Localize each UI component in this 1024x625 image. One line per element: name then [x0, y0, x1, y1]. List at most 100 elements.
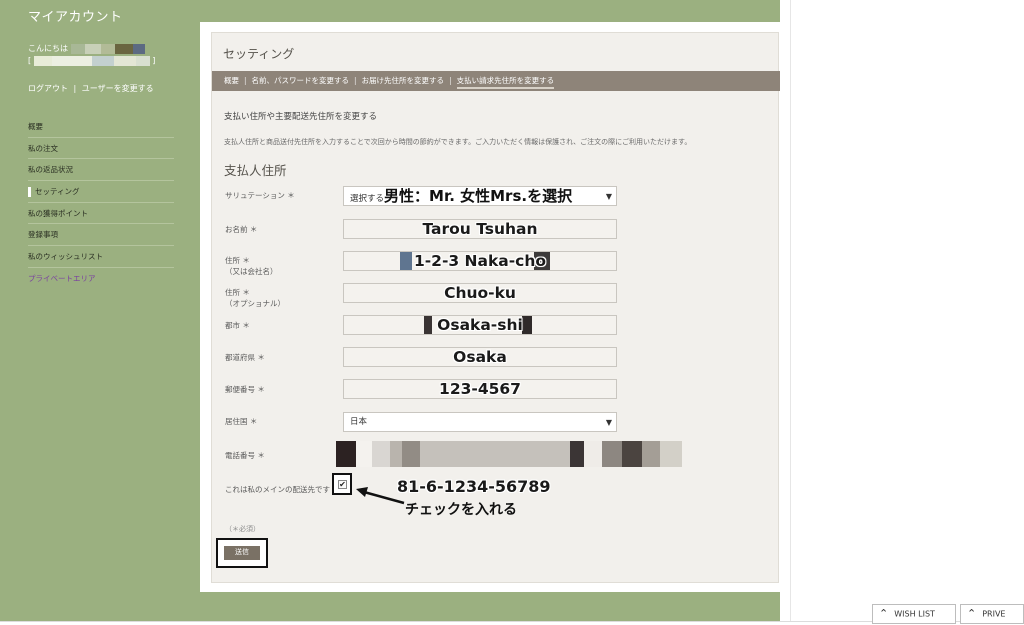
- sidebar-item-returns[interactable]: 私の返品状況: [28, 159, 174, 182]
- sidebar-title: マイアカウント: [28, 10, 123, 25]
- country-select[interactable]: 日本 ▼: [343, 412, 617, 432]
- chevron-up-icon: ⌃: [879, 607, 889, 620]
- tab-delivery-address[interactable]: お届け先住所を変更する: [362, 76, 445, 85]
- settings-panel: セッティング 概要 | 名前、パスワードを変更する | お届け先住所を変更する | 支払い請…: [211, 32, 780, 583]
- tab-separator: |: [449, 76, 452, 85]
- check-annotation: チェックを入れる: [405, 502, 517, 518]
- mosaic-block: [622, 441, 642, 467]
- city-label: 都市 ＊: [225, 321, 250, 330]
- mosaic-block: [390, 441, 402, 467]
- address1-field[interactable]: 1-2-3 Naka-cho: [343, 251, 617, 271]
- settings-tabs: 概要 | 名前、パスワードを変更する | お届け先住所を変更する | 支払い請求先住所を変更…: [212, 71, 780, 91]
- arrow-icon: [356, 487, 405, 505]
- mosaic-block: [402, 441, 420, 467]
- postal-value: 123-4567: [439, 380, 521, 398]
- city-field[interactable]: Osaka-shi: [343, 315, 617, 335]
- logout-link[interactable]: ログアウト: [28, 84, 68, 93]
- salutation-select-text: 選択する男性：Mr. 女性Mrs.を選択: [350, 187, 572, 209]
- username-row: [ ]: [28, 55, 178, 67]
- mosaic-block: [132, 43, 145, 54]
- sidebar-item-label: セッティング: [35, 187, 80, 197]
- sidebar-item-private-area[interactable]: プライベートエリア: [28, 268, 174, 290]
- name-field[interactable]: Tarou Tsuhan: [343, 219, 617, 239]
- address1-sublabel: （又は会社名）: [225, 267, 278, 276]
- country-label: 居住国 ＊: [225, 417, 258, 426]
- mosaic-block: [372, 441, 390, 467]
- prefecture-field[interactable]: Osaka: [343, 347, 617, 367]
- mosaic-block: [33, 55, 52, 66]
- switch-user-link[interactable]: ユーザーを変更する: [82, 84, 154, 93]
- bottom-border: [0, 621, 1024, 625]
- highlight-box: 送信: [216, 538, 268, 568]
- sidebar-item-registration[interactable]: 登録事項: [28, 224, 174, 247]
- sidebar-item-settings[interactable]: セッティング: [28, 181, 174, 203]
- required-note: （＊必須）: [225, 525, 260, 533]
- phone-field[interactable]: [336, 441, 682, 467]
- greeting-text: こんにちは: [28, 44, 68, 53]
- name-label: お名前 ＊: [225, 225, 258, 234]
- submit-button[interactable]: 送信: [224, 546, 260, 560]
- address2-value: Chuo-ku: [444, 284, 516, 302]
- wishlist-label: WISH LIST: [894, 609, 935, 619]
- mosaic-block: [642, 441, 660, 467]
- bracket-open: [: [28, 56, 32, 65]
- link-separator: |: [73, 84, 77, 93]
- private-button[interactable]: ⌃ PRIVE: [960, 604, 1024, 624]
- tab-billing-address[interactable]: 支払い請求先住所を変更する: [456, 76, 555, 89]
- mosaic-block: [100, 43, 115, 54]
- sidebar-item-orders[interactable]: 私の注文: [28, 138, 174, 160]
- mosaic-block: [91, 55, 114, 66]
- account-links: ログアウト | ユーザーを変更する: [28, 83, 178, 94]
- salutation-annotation: 男性：Mr. 女性Mrs.を選択: [384, 187, 573, 205]
- page-title: セッティング: [223, 47, 295, 61]
- mosaic-block: [356, 441, 372, 467]
- mosaic-block: [570, 441, 584, 467]
- address2-field[interactable]: Chuo-ku: [343, 283, 617, 303]
- mosaic-block: [584, 441, 602, 467]
- mosaic-block: [70, 43, 85, 54]
- wishlist-button[interactable]: ⌃ WISH LIST: [872, 604, 956, 624]
- address2-label: 住所 ＊ （オプショナル）: [225, 287, 285, 309]
- phone-value: 81-6-1234-56789: [397, 477, 551, 496]
- mosaic-block: [336, 441, 356, 467]
- private-label: PRIVE: [982, 609, 1006, 619]
- chevron-down-icon: ▼: [605, 418, 612, 427]
- address1-value: 1-2-3 Naka-cho: [413, 252, 547, 270]
- name-value: Tarou Tsuhan: [422, 220, 538, 238]
- city-value: Osaka-shi: [437, 316, 523, 334]
- main-address-checkbox[interactable]: ✔: [338, 480, 347, 489]
- sidebar-item-overview[interactable]: 概要: [28, 116, 174, 138]
- tab-name-password[interactable]: 名前、パスワードを変更する: [252, 76, 350, 85]
- mosaic-block: [135, 55, 150, 66]
- greeting: こんにちは: [28, 43, 178, 55]
- mosaic-block: [420, 441, 570, 467]
- prefecture-value: Osaka: [453, 348, 507, 366]
- chevron-up-icon: ⌃: [967, 607, 977, 620]
- tab-separator: |: [244, 76, 247, 85]
- mosaic-block: [84, 43, 101, 54]
- tab-overview[interactable]: 概要: [224, 76, 239, 85]
- salutation-select[interactable]: 選択する男性：Mr. 女性Mrs.を選択 ▼: [343, 186, 617, 206]
- section-heading: 支払い住所や主要配送先住所を変更する: [224, 112, 378, 122]
- right-blank-area: [790, 0, 1024, 625]
- sidebar: マイアカウント こんにちは [ ] ログアウト | ユーザーを変更する 概要 私…: [28, 6, 178, 290]
- active-indicator: [28, 187, 31, 198]
- mosaic-block: [114, 43, 133, 54]
- mosaic-block: [51, 55, 92, 66]
- address1-label: 住所 ＊ （又は会社名）: [225, 255, 278, 277]
- mosaic-block: [113, 55, 136, 66]
- postal-label: 郵便番号 ＊: [225, 385, 265, 394]
- sidebar-item-wishlist[interactable]: 私のウィッシュリスト: [28, 246, 174, 268]
- chevron-down-icon: ▼: [605, 192, 612, 201]
- tab-separator: |: [354, 76, 357, 85]
- main-address-label: これは私のメインの配送先です: [225, 485, 330, 494]
- sidebar-item-points[interactable]: 私の獲得ポイント: [28, 203, 174, 225]
- address2-sublabel: （オプショナル）: [225, 299, 285, 308]
- billing-address-title: 支払人住所: [224, 163, 287, 178]
- mosaic-block: [660, 441, 682, 467]
- highlight-box: ✔: [332, 473, 352, 495]
- postal-field[interactable]: 123-4567: [343, 379, 617, 399]
- salutation-placeholder: 選択する: [350, 194, 385, 204]
- salutation-label: サリュテーション ＊: [225, 191, 295, 200]
- mosaic-block: [602, 441, 622, 467]
